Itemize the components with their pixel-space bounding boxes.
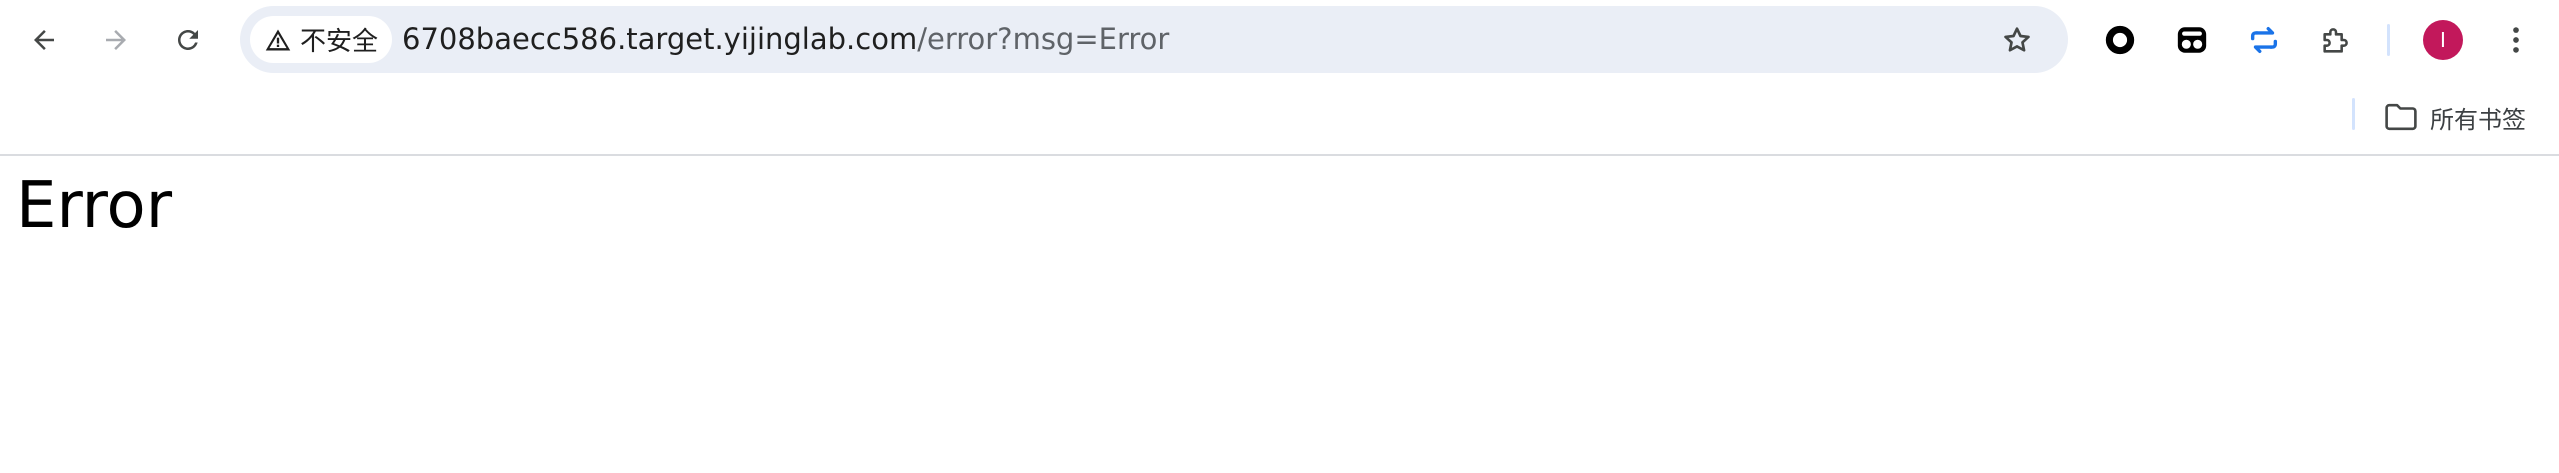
page-content: Error xyxy=(0,156,2559,473)
browser-menu-button[interactable] xyxy=(2494,18,2538,62)
folder-icon xyxy=(2385,103,2417,131)
toolbar-divider xyxy=(2387,24,2390,56)
puzzle-extensions-icon xyxy=(2323,28,2348,53)
kebab-menu-icon xyxy=(2513,27,2519,53)
page-title: Error xyxy=(16,169,172,243)
circle-record-extension-icon xyxy=(2105,25,2135,55)
forward-button[interactable] xyxy=(96,20,136,60)
circle-record-extension-button[interactable] xyxy=(2098,18,2142,62)
all-bookmarks-button[interactable]: 所有书签 xyxy=(2384,96,2526,138)
url-text[interactable]: 6708baecc586.target.yijinglab.com/error?… xyxy=(402,6,1169,73)
url-host: 6708baecc586.target.yijinglab.com xyxy=(402,22,918,56)
star-icon xyxy=(2004,27,2030,52)
all-bookmarks-label: 所有书签 xyxy=(2430,105,2526,134)
extensions-button[interactable] xyxy=(2314,18,2358,62)
warning-triangle-icon xyxy=(265,29,291,50)
arrow-right-icon xyxy=(106,30,126,50)
url-path: /error?msg=Error xyxy=(917,22,1170,56)
back-button[interactable] xyxy=(24,20,64,60)
reload-button[interactable] xyxy=(168,20,208,60)
reload-icon xyxy=(178,30,198,50)
dual-face-extension-button[interactable] xyxy=(2170,18,2214,62)
sync-arrows-extension-button[interactable] xyxy=(2242,18,2286,62)
bookmarks-bar: 所有书签 xyxy=(0,80,2559,156)
security-label: 不安全 xyxy=(300,27,379,57)
browser-toolbar: 不安全 6708baecc586.target.yijinglab.com/er… xyxy=(0,0,2559,80)
bookmark-star-button[interactable] xyxy=(1996,19,2038,61)
sync-arrows-extension-icon xyxy=(2250,26,2278,54)
address-bar[interactable]: 不安全 6708baecc586.target.yijinglab.com/er… xyxy=(240,6,2068,73)
dual-face-extension-icon xyxy=(2177,27,2207,53)
arrow-left-icon xyxy=(34,30,54,50)
profile-avatar[interactable]: I xyxy=(2423,20,2463,60)
security-indicator[interactable]: 不安全 xyxy=(250,16,393,63)
bookmarks-divider xyxy=(2352,98,2355,130)
